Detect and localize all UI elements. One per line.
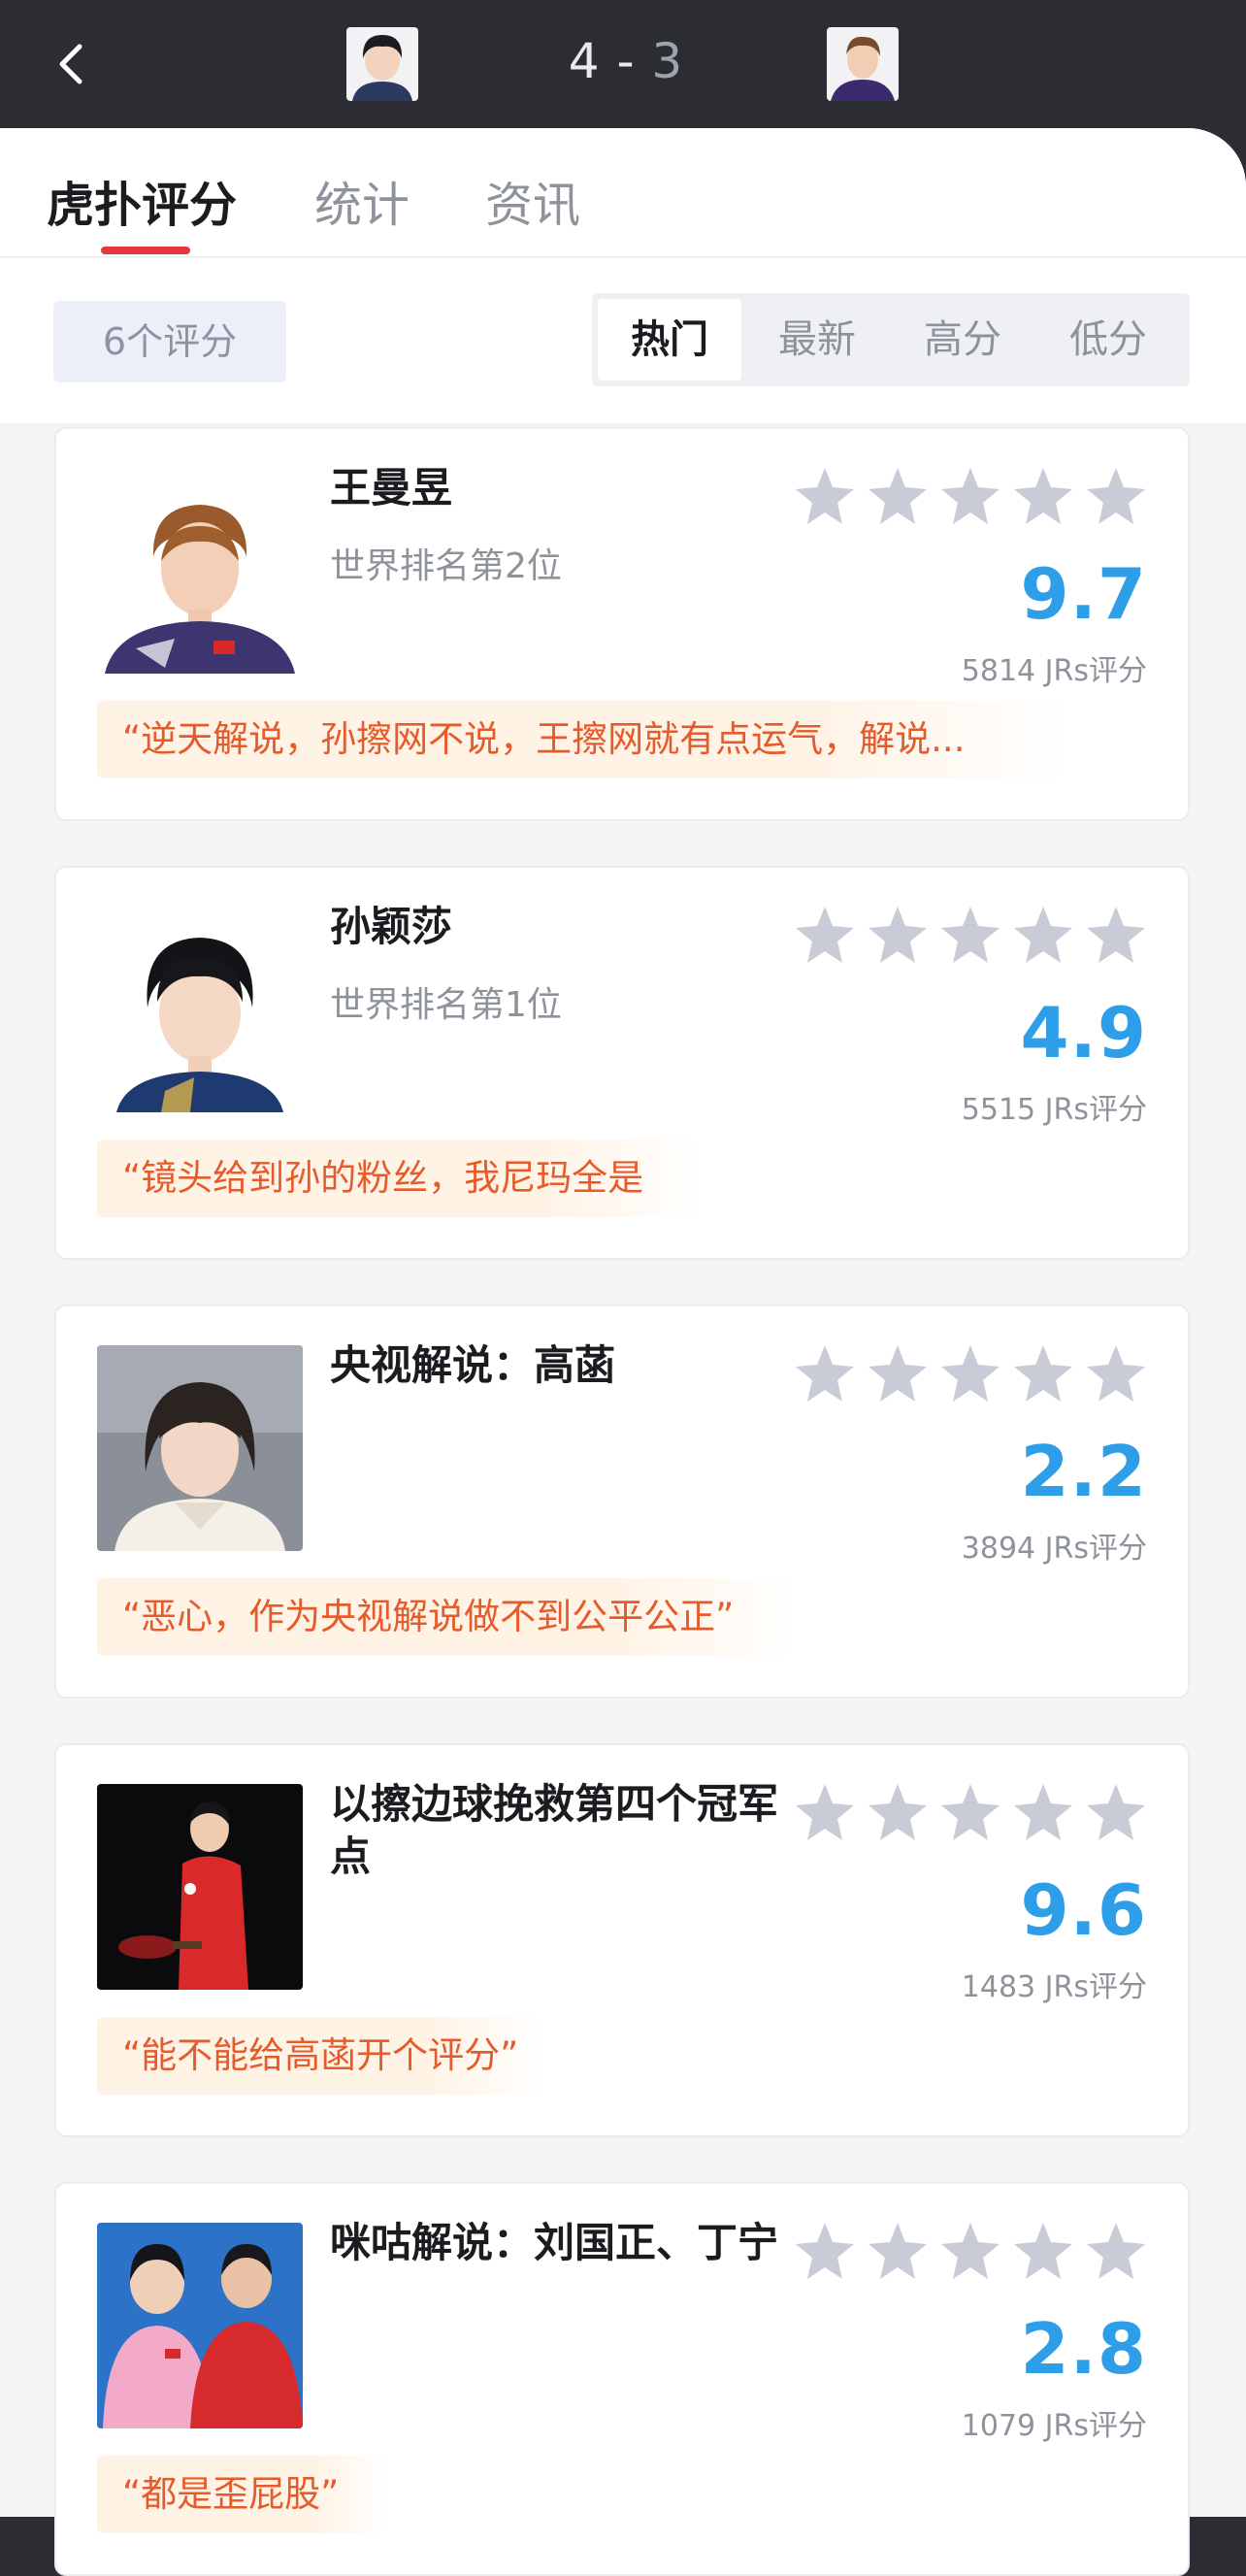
active-tab-indicator [101,247,190,254]
rating-count: 3894 JRs评分 [961,1532,1147,1566]
score-separator: - [600,33,652,89]
top-comment[interactable]: “都是歪屁股” [97,2456,388,2533]
rating-count: 1079 JRs评分 [961,2409,1147,2443]
match-score: 4 - 3 [543,33,708,89]
sort-latest[interactable]: 最新 [745,299,889,380]
rating-card[interactable]: 王曼昱 世界排名第2位 9.7 5814 JRs评分 “逆天解说，孙擦网不说，王… [54,427,1190,821]
top-comment[interactable]: “镜头给到孙的粉丝，我尼玛全是 [97,1139,699,1217]
sort-hot[interactable]: 热门 [598,299,741,380]
card-title: 央视解说：高菡 [330,1341,616,1389]
card-title: 以擦边球挽救第四个冠军点 [330,1780,779,1880]
rating-card[interactable]: 孙颖莎 世界排名第1位 4.9 5515 JRs评分 “镜头给到孙的粉丝，我尼玛… [54,866,1190,1260]
sort-low-score[interactable]: 低分 [1036,299,1180,380]
top-comment[interactable]: “能不能给高菡开个评分” [97,2017,543,2095]
player-photo [97,468,303,674]
rating-card[interactable]: 咪咕解说：刘国正、丁宁 2.8 1079 JRs评分 “都是歪屁股” [54,2182,1190,2576]
away-score: 3 [651,33,684,89]
sort-high-score[interactable]: 高分 [891,299,1034,380]
star-rating-icon[interactable] [794,466,1155,528]
top-comment[interactable]: “逆天解说，孙擦网不说，王擦网就有点运气，解说... [97,701,1067,778]
card-subtitle: 世界排名第2位 [330,546,562,586]
score-value: 2.2 [1020,1431,1147,1512]
score-value: 4.9 [1020,992,1147,1073]
back-arrow-icon[interactable] [50,39,93,89]
tab-bar: 虎扑评分 统计 资讯 [0,128,1246,258]
tab-hupu-rating[interactable]: 虎扑评分 [47,167,237,236]
star-rating-icon[interactable] [794,905,1155,967]
card-title: 咪咕解说：刘国正、丁宁 [330,2219,779,2266]
card-title: 王曼昱 [330,464,453,512]
card-subtitle: 世界排名第1位 [330,985,562,1025]
top-comment[interactable]: “恶心，作为央视解说做不到公平公正” [97,1578,796,1656]
tab-news[interactable]: 资讯 [485,167,580,236]
star-rating-icon[interactable] [794,1343,1155,1405]
rating-count: 5515 JRs评分 [961,1093,1147,1127]
star-rating-icon[interactable] [794,1782,1155,1844]
moment-photo [97,1784,303,1990]
score-value: 9.6 [1020,1869,1147,1951]
sort-segmented-control: 热门 最新 高分 低分 [592,293,1190,386]
score-value: 9.7 [1020,553,1147,635]
commentator-photo [97,1345,303,1551]
player-photo [97,907,303,1112]
score-value: 2.8 [1020,2308,1147,2390]
content-sheet: 虎扑评分 统计 资讯 6个评分 热门 最新 高分 低分 王曼昱 世界排名第2位 [0,128,1246,2576]
home-score: 4 [568,33,601,89]
rating-count: 5814 JRs评分 [961,654,1147,688]
star-rating-icon[interactable] [794,2221,1155,2283]
match-header: 4 - 3 [0,0,1246,128]
away-player-avatar[interactable] [827,27,899,101]
rating-card[interactable]: 以擦边球挽救第四个冠军点 9.6 1483 JRs评分 “能不能给高菡开个评分” [54,1743,1190,2137]
rating-card[interactable]: 央视解说：高菡 2.2 3894 JRs评分 “恶心，作为央视解说做不到公平公正… [54,1305,1190,1699]
commentators-photo [97,2223,303,2428]
card-title: 孙颖莎 [330,903,453,950]
tab-stats[interactable]: 统计 [314,167,410,236]
home-player-avatar[interactable] [346,27,418,101]
rating-count-pill: 6个评分 [53,301,286,382]
rating-count: 1483 JRs评分 [961,1970,1147,2004]
